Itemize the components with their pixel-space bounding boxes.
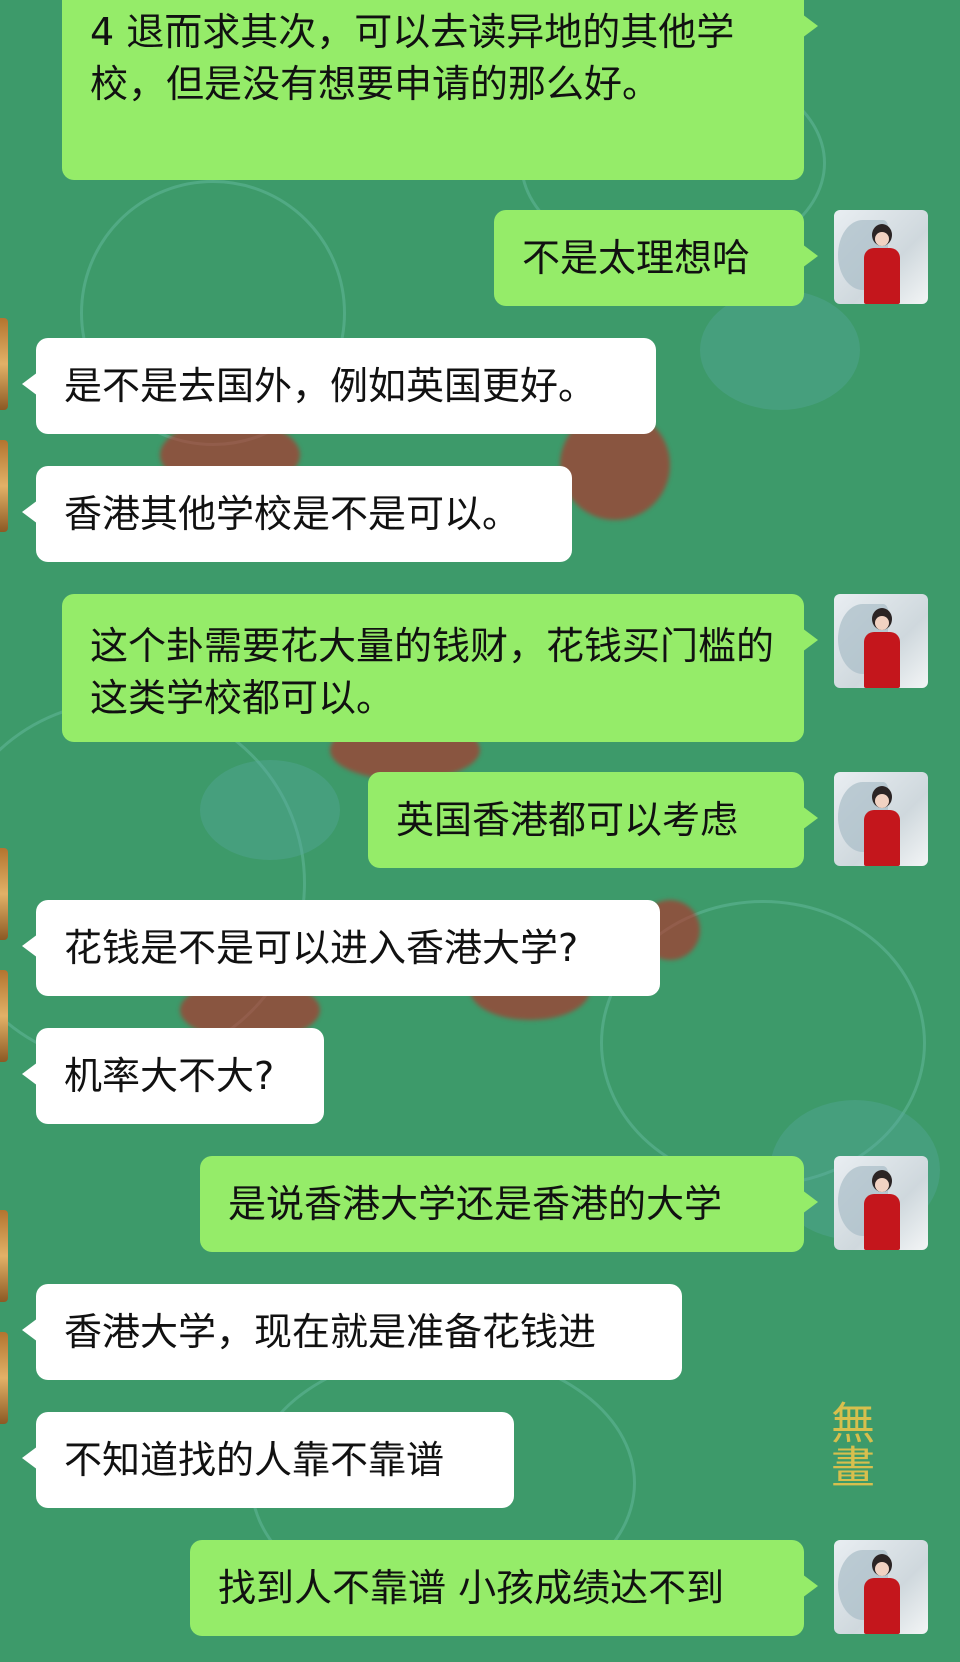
message-text: 花钱是不是可以进入香港大学? — [64, 926, 579, 970]
message-text: 机率大不大? — [64, 1054, 275, 1098]
message-bubble-self[interactable]: 英国香港都可以考虑 — [368, 772, 818, 868]
message-bubble-other[interactable]: 香港大学，现在就是准备花钱进 — [22, 1284, 682, 1380]
self-avatar[interactable] — [834, 1156, 928, 1250]
sender-avatar-edge[interactable] — [0, 440, 8, 532]
message-text: 是不是去国外，例如英国更好。 — [64, 364, 597, 408]
message-bubble-self[interactable]: 这个卦需要花大量的钱财，花钱买门槛的这类学校都可以。 — [62, 594, 818, 742]
sender-avatar-edge[interactable] — [0, 970, 8, 1062]
self-avatar[interactable] — [834, 594, 928, 688]
message-text: 英国香港都可以考虑 — [396, 798, 739, 842]
message-bubble-other[interactable]: 香港其他学校是不是可以。 — [22, 466, 572, 562]
self-avatar[interactable] — [834, 772, 928, 866]
message-text: 香港其他学校是不是可以。 — [64, 492, 521, 536]
sender-avatar-edge[interactable] — [0, 1332, 8, 1424]
self-avatar[interactable] — [834, 1540, 928, 1634]
message-text: 4 退而求其次，可以去读异地的其他学校，但是没有想要申请的那么好。 — [90, 10, 735, 106]
message-bubble-other[interactable]: 花钱是不是可以进入香港大学? — [22, 900, 660, 996]
avatar-red-dress — [864, 1194, 900, 1250]
avatar-face — [875, 1562, 889, 1576]
message-bubble-self[interactable]: 不是太理想哈 — [494, 210, 818, 306]
avatar-face — [875, 1178, 889, 1192]
avatar-red-dress — [864, 810, 900, 866]
avatar-red-dress — [864, 1578, 900, 1634]
sender-avatar-edge[interactable] — [0, 318, 8, 410]
avatar-face — [875, 232, 889, 246]
message-text: 是说香港大学还是香港的大学 — [228, 1182, 723, 1226]
message-text: 香港大学，现在就是准备花钱进 — [64, 1310, 597, 1354]
sender-avatar-edge[interactable] — [0, 1210, 8, 1302]
self-avatar[interactable] — [834, 210, 928, 304]
message-text: 这个卦需要花大量的钱财，花钱买门槛的这类学校都可以。 — [90, 624, 775, 720]
message-bubble-other[interactable]: 不知道找的人靠不靠谱 — [22, 1412, 514, 1508]
sender-avatar-edge[interactable] — [0, 848, 8, 940]
avatar-face — [875, 616, 889, 630]
message-bubble-other[interactable]: 是不是去国外，例如英国更好。 — [22, 338, 656, 434]
message-text: 不是太理想哈 — [522, 236, 751, 280]
message-text: 找到人不靠谱 小孩成绩达不到 — [218, 1566, 725, 1610]
avatar-face — [875, 794, 889, 808]
avatar-red-dress — [864, 632, 900, 688]
message-bubble-self[interactable]: 找到人不靠谱 小孩成绩达不到 — [190, 1540, 818, 1636]
wallpaper-watermark: 無畫 — [823, 1400, 874, 1488]
avatar-red-dress — [864, 248, 900, 304]
message-bubble-self[interactable]: 4 退而求其次，可以去读异地的其他学校，但是没有想要申请的那么好。 — [62, 0, 818, 180]
message-bubble-self[interactable]: 是说香港大学还是香港的大学 — [200, 1156, 818, 1252]
message-text: 不知道找的人靠不靠谱 — [64, 1438, 445, 1482]
message-bubble-other[interactable]: 机率大不大? — [22, 1028, 324, 1124]
